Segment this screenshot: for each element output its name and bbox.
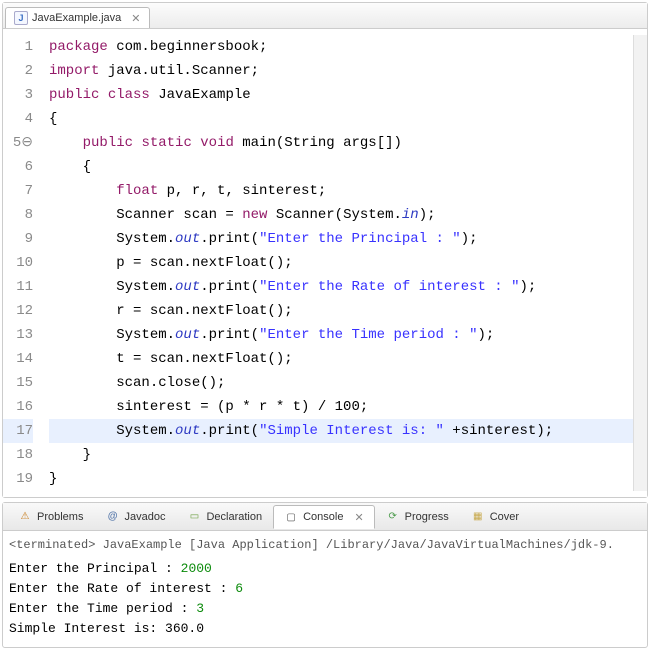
line-number: 8 <box>3 203 33 227</box>
problems-icon: ⚠ <box>18 510 32 524</box>
code-line[interactable]: p = scan.nextFloat(); <box>49 251 633 275</box>
code-line[interactable]: float p, r, t, sinterest; <box>49 179 633 203</box>
editor-tab-filename: JavaExample.java <box>32 12 121 24</box>
code-line[interactable]: { <box>49 155 633 179</box>
line-number: 16 <box>3 395 33 419</box>
code-line[interactable]: sinterest = (p * r * t) / 100; <box>49 395 633 419</box>
tab-label: Declaration <box>206 511 262 523</box>
line-number: 11 <box>3 275 33 299</box>
line-number: 17 <box>3 419 33 443</box>
console-icon: ▢ <box>284 510 298 524</box>
code-line[interactable]: System.out.print("Simple Interest is: " … <box>49 419 633 443</box>
code-line[interactable]: System.out.print("Enter the Time period … <box>49 323 633 347</box>
code-line[interactable]: scan.close(); <box>49 371 633 395</box>
code-line[interactable]: Scanner scan = new Scanner(System.in); <box>49 203 633 227</box>
tab-label: Problems <box>37 511 83 523</box>
console-line: Enter the Time period : 3 <box>9 599 641 619</box>
line-number: 6 <box>3 155 33 179</box>
vertical-scrollbar[interactable] <box>633 35 647 491</box>
code-line[interactable]: package com.beginnersbook; <box>49 35 633 59</box>
line-number: 14 <box>3 347 33 371</box>
line-number: 2 <box>3 59 33 83</box>
editor-pane: J JavaExample.java ✕ 12345⊖6789101112131… <box>2 2 648 498</box>
declaration-icon: ▭ <box>187 510 201 524</box>
code-line[interactable]: t = scan.nextFloat(); <box>49 347 633 371</box>
line-number: 18 <box>3 443 33 467</box>
line-number: 7 <box>3 179 33 203</box>
line-number: 10 <box>3 251 33 275</box>
code-line[interactable]: import java.util.Scanner; <box>49 59 633 83</box>
tab-progress[interactable]: ⟳ Progress <box>375 505 460 529</box>
code-line[interactable]: public static void main(String args[]) <box>49 131 633 155</box>
code-line[interactable]: } <box>49 443 633 467</box>
console-line: Enter the Rate of interest : 6 <box>9 579 641 599</box>
line-number: 19 <box>3 467 33 491</box>
line-number-gutter: 12345⊖678910111213141516171819 <box>3 35 41 491</box>
view-tab-bar: ⚠ Problems @ Javadoc ▭ Declaration ▢ Con… <box>3 503 647 531</box>
bottom-view-panel: ⚠ Problems @ Javadoc ▭ Declaration ▢ Con… <box>2 502 648 648</box>
code-line[interactable]: { <box>49 107 633 131</box>
line-number: 3 <box>3 83 33 107</box>
console-process-header: <terminated> JavaExample [Java Applicati… <box>9 533 641 559</box>
code-line[interactable]: System.out.print("Enter the Principal : … <box>49 227 633 251</box>
javadoc-icon: @ <box>105 510 119 524</box>
line-number: 13 <box>3 323 33 347</box>
console-line: Simple Interest is: 360.0 <box>9 619 641 639</box>
line-number: 9 <box>3 227 33 251</box>
tab-label: Console <box>303 511 343 523</box>
tab-label: Progress <box>405 511 449 523</box>
console-line: Enter the Principal : 2000 <box>9 559 641 579</box>
code-editor[interactable]: 12345⊖678910111213141516171819 package c… <box>3 29 647 497</box>
code-line[interactable]: } <box>49 467 633 491</box>
progress-icon: ⟳ <box>386 510 400 524</box>
editor-file-tab[interactable]: J JavaExample.java ✕ <box>5 7 150 28</box>
code-line[interactable]: public class JavaExample <box>49 83 633 107</box>
line-number: 12 <box>3 299 33 323</box>
tab-problems[interactable]: ⚠ Problems <box>7 505 94 529</box>
tab-label: Cover <box>490 511 519 523</box>
line-number: 4 <box>3 107 33 131</box>
line-number: 5⊖ <box>3 131 33 155</box>
close-icon[interactable]: ✕ <box>131 12 140 25</box>
editor-tab-bar: J JavaExample.java ✕ <box>3 3 647 29</box>
console-output[interactable]: <terminated> JavaExample [Java Applicati… <box>3 531 647 647</box>
line-number: 1 <box>3 35 33 59</box>
tab-console[interactable]: ▢ Console ✕ <box>273 505 375 529</box>
java-file-icon: J <box>14 11 28 25</box>
coverage-icon: ▦ <box>471 510 485 524</box>
code-line[interactable]: System.out.print("Enter the Rate of inte… <box>49 275 633 299</box>
tab-label: Javadoc <box>124 511 165 523</box>
tab-coverage[interactable]: ▦ Cover <box>460 505 530 529</box>
code-line[interactable]: r = scan.nextFloat(); <box>49 299 633 323</box>
line-number: 15 <box>3 371 33 395</box>
tab-javadoc[interactable]: @ Javadoc <box>94 505 176 529</box>
code-content[interactable]: package com.beginnersbook;import java.ut… <box>41 35 633 491</box>
close-icon[interactable]: ✕ <box>354 511 363 524</box>
tab-declaration[interactable]: ▭ Declaration <box>176 505 273 529</box>
